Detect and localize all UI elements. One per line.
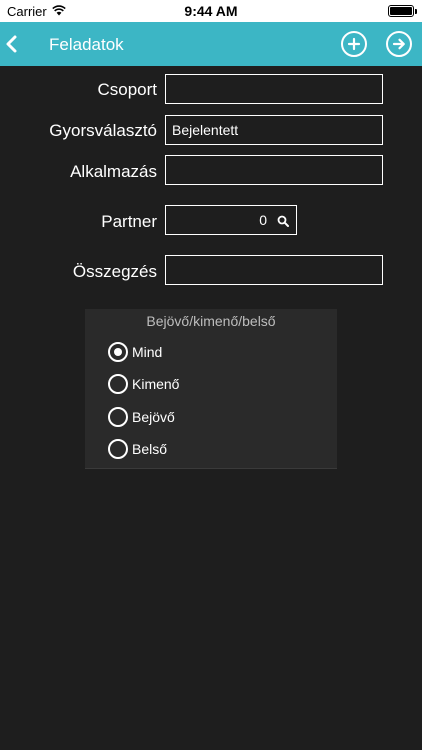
page-title: Feladatok	[49, 35, 124, 54]
csoport-input[interactable]	[165, 74, 383, 104]
radio-option-bejovo[interactable]: Bejövő	[108, 405, 308, 429]
radio-option-label: Kimenő	[132, 376, 180, 392]
gyorsvalaszto-label: Gyorsválasztó	[49, 121, 157, 140]
radio-option-label: Bejövő	[132, 409, 175, 425]
radio-unselected-icon[interactable]	[108, 374, 128, 394]
partner-value: 0	[259, 212, 267, 228]
radio-option-kimeno[interactable]: Kimenő	[108, 372, 308, 396]
partner-field[interactable]: 0	[165, 205, 297, 235]
next-button[interactable]	[386, 31, 412, 57]
radio-option-belso[interactable]: Belső	[108, 437, 308, 461]
alkalmazas-input[interactable]	[165, 155, 383, 185]
osszegzes-label: Összegzés	[72, 262, 157, 281]
gyorsvalaszto-input[interactable]: Bejelentett	[165, 115, 383, 145]
radio-option-label: Mind	[132, 344, 163, 360]
radio-unselected-icon[interactable]	[108, 439, 128, 459]
search-icon[interactable]	[277, 214, 289, 227]
back-chevron-icon[interactable]	[4, 32, 20, 56]
battery-icon	[388, 5, 417, 17]
radio-option-label: Belső	[132, 441, 168, 457]
partner-label: Partner	[101, 212, 157, 231]
direction-radio-group: Bejövő/kimenő/belső Mind Kimenő Bejövő B…	[85, 309, 337, 469]
plus-icon	[347, 37, 361, 51]
add-button[interactable]	[341, 31, 367, 57]
navigation-bar: Feladatok	[0, 22, 422, 66]
alkalmazas-label: Alkalmazás	[70, 162, 157, 181]
csoport-label: Csoport	[97, 80, 157, 99]
arrow-right-icon	[392, 38, 405, 50]
radio-option-mind[interactable]: Mind	[108, 340, 308, 364]
radio-unselected-icon[interactable]	[108, 407, 128, 427]
status-bar: Carrier 9:44 AM	[0, 0, 422, 22]
radio-group-title: Bejövő/kimenő/belső	[146, 313, 276, 329]
radio-selected-icon[interactable]	[108, 342, 128, 362]
osszegzes-input[interactable]	[165, 255, 383, 285]
status-time: 9:44 AM	[184, 3, 238, 19]
